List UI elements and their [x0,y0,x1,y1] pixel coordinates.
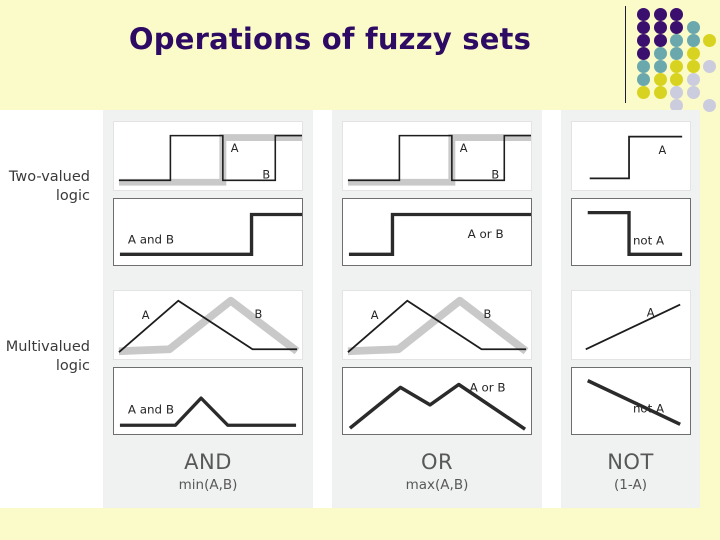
panel-multivalued-not-result: not A [571,367,691,435]
decoration-dot [637,8,650,21]
decoration-dot [686,34,700,47]
label-b: B [262,168,270,181]
decoration-dot [653,73,667,86]
label-not-a: not A [633,402,664,416]
slide: Operations of fuzzy sets Two-valued logi… [0,0,720,540]
row-label-multivalued-line2: logic [55,358,90,375]
decoration-dot [703,60,717,73]
label-a: A [231,142,239,155]
operation-formula-not: (1-A) [614,477,647,493]
column-and: A B A and B A B A and B AND min(A,B) [103,110,313,508]
decoration-dot [637,47,650,60]
decoration-dot [637,86,650,99]
panel-multivalued-and-inputs: A B [113,290,303,360]
operation-name-not: NOT [607,450,654,474]
panel-two-valued-and-result: A and B [113,198,303,266]
content-area: Two-valued logic Multivalued logic A B A… [0,110,700,508]
operation-label-and: AND min(A,B) [103,450,313,493]
decoration-dot [637,73,650,86]
slide-header: Operations of fuzzy sets [0,0,720,112]
decoration-dot [653,60,667,73]
label-not-a: not A [633,234,664,248]
label-a: A [647,306,655,319]
dot-grid-decoration [637,8,719,112]
decoration-dot [653,21,667,34]
decoration-dot [670,60,684,73]
row-label-two-valued-line1: Two-valued [8,169,90,185]
decoration-dot [637,60,650,73]
decoration-dot [653,47,667,60]
label-a-and-b: A and B [128,233,174,247]
label-b: B [484,308,492,321]
label-a-and-b: A and B [128,403,174,417]
operation-name-and: AND [184,450,232,474]
panel-two-valued-not-result: not A [571,198,691,266]
panel-multivalued-and-result: A and B [113,367,303,435]
row-label-multivalued-line1: Multivalued [5,339,90,355]
panel-two-valued-and-inputs: A B [113,121,303,191]
decoration-dot [670,86,684,99]
label-a: A [371,309,379,322]
decoration-dot [686,60,700,73]
decoration-dot [703,34,717,47]
operation-name-or: OR [420,450,454,474]
decoration-dot [637,21,650,34]
label-a-or-b: A or B [470,380,506,394]
decoration-dot [670,73,684,86]
row-label-two-valued-line2: logic [55,188,90,205]
decoration-dot [653,86,667,99]
decoration-dot [653,8,667,21]
label-a: A [460,142,468,155]
row-label-multivalued: Multivalued logic [0,338,90,376]
decoration-dot [670,34,684,47]
decoration-dot [670,47,684,60]
decoration-dot [686,21,700,34]
decoration-dot [686,73,700,86]
operation-label-not: NOT (1-A) [561,450,700,493]
panel-two-valued-or-result: A or B [342,198,532,266]
label-a-or-b: A or B [468,227,504,241]
panel-two-valued-not-input: A [571,121,691,191]
column-not: A not A A not A NOT (1-A) [561,110,700,508]
label-a: A [142,309,150,322]
column-or: A B A or B A B A or B OR max(A,B) [332,110,542,508]
decoration-dot [703,99,717,112]
decoration-dot [686,86,700,99]
row-label-two-valued: Two-valued logic [0,168,90,206]
decoration-dot [670,21,684,34]
label-b: B [255,308,263,321]
decoration-dot [653,34,667,47]
decoration-dot [686,47,700,60]
panel-multivalued-or-result: A or B [342,367,532,435]
operation-label-or: OR max(A,B) [332,450,542,493]
operation-formula-or: max(A,B) [405,477,469,493]
divider-rule [625,6,626,103]
operation-formula-and: min(A,B) [178,477,238,493]
panel-multivalued-or-inputs: A B [342,290,532,360]
decoration-dot [637,34,650,47]
panel-two-valued-or-inputs: A B [342,121,532,191]
label-a: A [659,144,667,157]
label-b: B [491,168,499,181]
page-title: Operations of fuzzy sets [128,22,532,56]
decoration-dot [670,8,684,21]
panel-multivalued-not-input: A [571,290,691,360]
